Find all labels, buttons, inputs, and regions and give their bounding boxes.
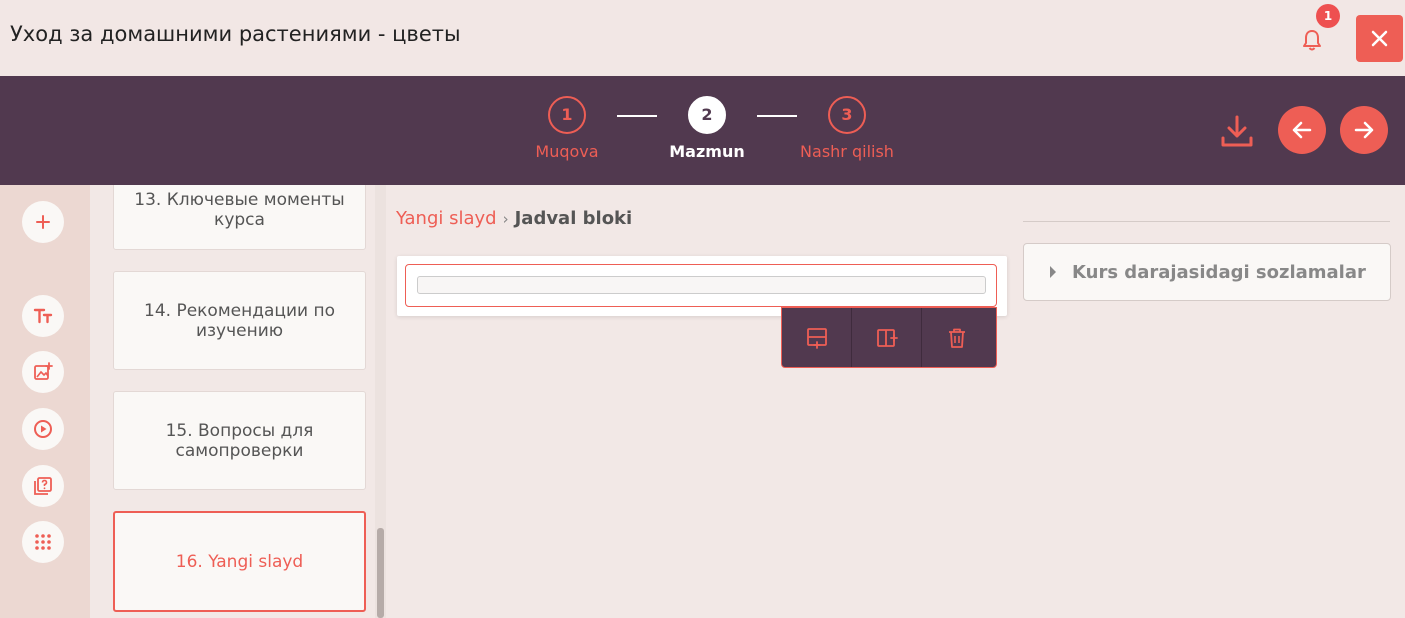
slide-title: 13. Ключевые моменты курса <box>134 190 345 230</box>
video-play-icon <box>34 420 52 438</box>
notification-count-badge: 1 <box>1316 4 1340 28</box>
slide-title: 16. Yangi slayd <box>175 551 304 572</box>
table-cell-input[interactable] <box>417 276 986 294</box>
plus-icon <box>36 215 50 229</box>
step-label: Muqova <box>535 142 599 161</box>
add-row-button[interactable] <box>782 308 852 367</box>
add-column-button[interactable] <box>852 308 922 367</box>
course-settings-label: Kurs darajasidagi sozlamalar <box>1072 262 1366 283</box>
slide-thumbnail[interactable]: 15. Вопросы для самопроверки <box>113 391 366 490</box>
delete-block-button[interactable] <box>922 308 992 367</box>
trash-icon <box>949 328 965 348</box>
step-number: 2 <box>688 96 726 134</box>
previous-button[interactable] <box>1278 106 1326 154</box>
breadcrumb-separator: › <box>502 210 509 228</box>
tool-rail <box>0 185 90 618</box>
notifications-bell-icon[interactable] <box>1298 26 1326 54</box>
slide-thumbnail[interactable]: 13. Ключевые моменты курса <box>113 185 366 250</box>
caret-right-icon <box>1050 266 1056 278</box>
add-column-icon <box>877 329 898 347</box>
add-row-icon <box>807 328 827 349</box>
video-block-button[interactable] <box>22 408 64 450</box>
step-content[interactable]: 2 Mazmun <box>647 96 767 166</box>
more-blocks-button[interactable] <box>22 521 64 563</box>
scrollbar-thumb[interactable] <box>377 528 384 618</box>
table-toolbar <box>781 307 997 368</box>
app-title: Уход за домашними растениями - цветы <box>10 22 461 46</box>
arrow-right-icon <box>1354 121 1374 139</box>
breadcrumb: Yangi slayd › Jadval bloki <box>396 208 632 229</box>
step-label: Mazmun <box>669 142 745 161</box>
breadcrumb-parent-link[interactable]: Yangi slayd <box>396 208 497 229</box>
breadcrumb-current: Jadval bloki <box>514 208 633 229</box>
grid-dots-icon <box>35 534 51 550</box>
close-icon <box>1371 30 1388 47</box>
title-bar: Уход за домашними растениями - цветы 1 <box>0 0 1405 76</box>
slides-scrollbar[interactable] <box>375 185 386 618</box>
course-settings-accordion[interactable]: Kurs darajasidagi sozlamalar <box>1023 243 1391 301</box>
step-label: Nashr qilish <box>800 142 894 161</box>
table-block[interactable] <box>405 264 997 307</box>
add-block-button[interactable] <box>22 201 64 243</box>
slides-panel: 13. Ключевые моменты курса 14. Рекоменда… <box>90 185 375 618</box>
close-button[interactable] <box>1356 15 1403 62</box>
download-icon <box>1221 115 1253 147</box>
settings-divider <box>1023 221 1390 222</box>
slide-thumbnail[interactable]: 14. Рекомендации по изучению <box>113 271 366 370</box>
text-block-button[interactable] <box>22 295 64 337</box>
arrow-left-icon <box>1292 121 1312 139</box>
image-block-button[interactable] <box>22 351 64 393</box>
text-size-icon <box>33 308 53 324</box>
image-add-icon <box>34 362 53 380</box>
download-button[interactable] <box>1216 112 1258 154</box>
next-button[interactable] <box>1340 106 1388 154</box>
slide-title: 15. Вопросы для самопроверки <box>165 420 314 461</box>
step-publish[interactable]: 3 Nashr qilish <box>787 96 907 166</box>
stepper-bar: 1 Muqova 2 Mazmun 3 Nashr qilish <box>0 76 1405 185</box>
step-cover[interactable]: 1 Muqova <box>507 96 627 166</box>
quiz-block-button[interactable] <box>22 465 64 507</box>
step-number: 3 <box>828 96 866 134</box>
slide-title: 14. Рекомендации по изучению <box>144 300 335 341</box>
quiz-icon <box>34 477 52 495</box>
step-number: 1 <box>548 96 586 134</box>
slide-thumbnail-selected[interactable]: 16. Yangi slayd <box>113 511 366 612</box>
